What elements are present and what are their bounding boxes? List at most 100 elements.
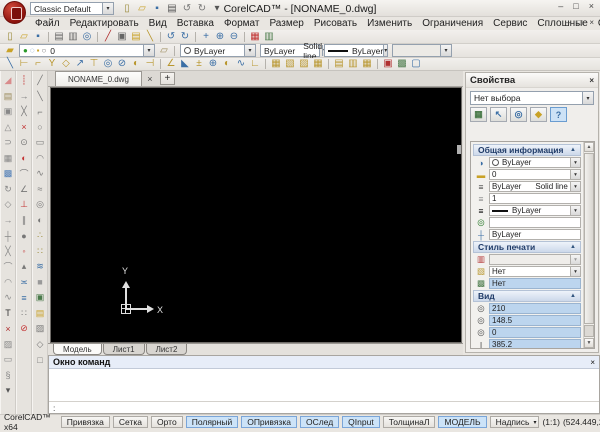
jog-line-icon[interactable]: ∿ [234, 58, 248, 71]
chevron-down-icon[interactable]: ▾ [102, 3, 113, 14]
mirror-icon[interactable]: △ [1, 120, 15, 136]
rotate-icon[interactable]: ↻ [1, 182, 15, 198]
aligned-dimension-icon[interactable]: ⌐ [31, 58, 45, 71]
menu-draw[interactable]: Рисовать [309, 18, 362, 29]
new-tab-button[interactable]: + [160, 72, 175, 85]
layer-previous-icon[interactable]: ▱ [157, 44, 171, 57]
match-properties-icon[interactable]: ▭ [1, 352, 15, 368]
menu-tools[interactable]: Сервис [488, 18, 532, 29]
region-icon[interactable]: ■ [33, 275, 47, 291]
collapse-icon[interactable]: ▲ [570, 147, 576, 153]
elliptical-arc-icon[interactable]: ◐ [33, 213, 47, 229]
command-history[interactable] [49, 369, 599, 401]
continue-dimension-icon[interactable]: ⊣ [143, 58, 157, 71]
copy-icon[interactable]: ▣ [1, 104, 15, 120]
stretch-icon[interactable]: → [1, 213, 15, 229]
snap-perpendicular-icon[interactable]: ⊥ [17, 197, 31, 213]
snap-intersection-icon[interactable]: ╳ [17, 104, 31, 120]
undo-icon[interactable]: ↺ [164, 30, 178, 43]
arc-icon[interactable]: ◠ [33, 151, 47, 167]
line-icon[interactable]: ╱ [33, 73, 47, 89]
lineweight-field[interactable]: ByLayer▾ [489, 205, 581, 216]
text-icon[interactable]: T [1, 306, 15, 322]
annotation-scale-icon[interactable]: ▢ [409, 58, 423, 71]
snap-tracking-icon[interactable]: ≍ [17, 275, 31, 291]
copy-stamp-icon[interactable]: ▤ [1, 89, 15, 105]
select-matching-button[interactable]: ▦ [470, 107, 487, 122]
smart-dimension-icon[interactable]: ╲ [3, 58, 17, 71]
delete-icon[interactable]: ◢ [1, 73, 15, 89]
open-file-icon[interactable]: ▱ [135, 2, 149, 15]
properties-scrollbar[interactable]: ▲ ▼ [583, 142, 594, 348]
edit-line-icon[interactable]: ╲ [143, 30, 157, 43]
scrollbar-track[interactable] [584, 325, 594, 337]
collapse-icon[interactable]: ▲ [570, 293, 576, 299]
quick-select-button[interactable]: ◆ [530, 107, 547, 122]
trim-icon[interactable]: ┼ [1, 228, 15, 244]
dimension-regenerate-icon[interactable]: ▦ [360, 58, 374, 71]
menu-modify[interactable]: Изменить [362, 18, 417, 29]
snap-apparent-icon[interactable]: × [17, 120, 31, 136]
save-file-icon[interactable]: ▪ [31, 30, 45, 43]
command-input[interactable]: : [49, 401, 599, 413]
menu-dimension[interactable]: Размер [264, 18, 308, 29]
tolerance-icon[interactable]: ± [192, 58, 206, 71]
drawing-canvas[interactable]: Y X [50, 87, 462, 343]
status-toggle-lineweight[interactable]: ТолщинаЛ [383, 416, 436, 428]
offset-icon[interactable]: ⊃ [1, 135, 15, 151]
dimension-reassociate-icon[interactable]: ▥ [346, 58, 360, 71]
move-icon[interactable]: ▩ [1, 166, 15, 182]
doc-restore-button[interactable]: □ [577, 18, 582, 27]
scrollbar-thumb[interactable] [584, 153, 594, 324]
dimension-update-icon[interactable]: ▨ [297, 58, 311, 71]
open-file-icon[interactable]: ▱ [17, 30, 31, 43]
snap-parallel-icon[interactable]: ∥ [17, 213, 31, 229]
chevron-down-icon[interactable]: ▾ [570, 267, 580, 276]
pattern-icon[interactable]: ▦ [1, 151, 15, 167]
status-toggle-ortho[interactable]: Орто [151, 416, 183, 428]
snap-endpoint-icon[interactable]: ┊ [17, 73, 31, 89]
table-icon[interactable]: ▨ [33, 321, 47, 337]
workspace-selector[interactable]: Classic Default ▾ [30, 2, 114, 15]
sheet-tab-sheet1[interactable]: Лист1 [103, 344, 145, 355]
infinite-line-icon[interactable]: ╲ [33, 89, 47, 105]
redo-icon[interactable]: ↻ [178, 30, 192, 43]
status-toggle-qinput[interactable]: QInput [342, 416, 380, 428]
section-header-general[interactable]: Общая информация▲ [473, 144, 581, 156]
menu-format[interactable]: Формат [219, 18, 265, 29]
chevron-down-icon[interactable]: ▾ [143, 45, 154, 56]
angle-constraint-icon[interactable]: ∠ [164, 58, 178, 71]
dimension-style-icon[interactable]: ▦ [311, 58, 325, 71]
chevron-down-icon[interactable]: ▾ [582, 92, 593, 104]
document-tab[interactable]: NONAME_0.dwg [55, 71, 142, 86]
color-field[interactable]: ByLayer▾ [489, 157, 581, 168]
fillet-icon[interactable]: ◠ [1, 275, 15, 291]
linetype-combo[interactable]: ByLayer Solid line ▾ [260, 44, 320, 57]
scroll-down-icon[interactable]: ▼ [584, 338, 594, 348]
layer-combo[interactable]: ●◌▪○ 0 ▾ [19, 44, 155, 57]
snap-node-icon[interactable]: ● [17, 228, 31, 244]
section-header-print-style[interactable]: Стиль печати▲ [473, 241, 581, 253]
snap-nearest-icon[interactable]: ◦ [17, 244, 31, 260]
print-preview-icon[interactable]: ◎ [80, 30, 94, 43]
angular-dimension-icon[interactable]: ⊘ [115, 58, 129, 71]
layers-manager-icon[interactable]: ▰ [3, 44, 17, 57]
chevron-down-icon[interactable]: ▾ [570, 170, 580, 179]
batch-print-icon[interactable]: ▥ [66, 30, 80, 43]
print-color-field[interactable]: ▾ [489, 254, 581, 265]
status-toggle-model[interactable]: МОДЕЛЬ [438, 416, 486, 428]
snap-grid-icon[interactable]: ∷ [17, 306, 31, 322]
inspection-dimension-icon[interactable]: ◐ [220, 58, 234, 71]
tab-close-icon[interactable]: × [142, 72, 158, 86]
snap-midpoint-icon[interactable]: → [17, 89, 31, 105]
snap-angle-icon[interactable]: ∠ [17, 182, 31, 198]
status-toggle-polar[interactable]: Полярный [186, 416, 239, 428]
menu-edit[interactable]: Редактировать [65, 18, 144, 29]
sheet-tab-sheet2[interactable]: Лист2 [146, 344, 188, 355]
status-toggle-esnap[interactable]: ОПривязка [241, 416, 297, 428]
menu-insert[interactable]: Вставка [172, 18, 219, 29]
options-icon[interactable]: § [1, 368, 15, 384]
image-icon[interactable]: ▣ [33, 290, 47, 306]
menu-constraints[interactable]: Ограничения [417, 18, 488, 29]
split-icon[interactable]: ⌒ [1, 259, 15, 275]
